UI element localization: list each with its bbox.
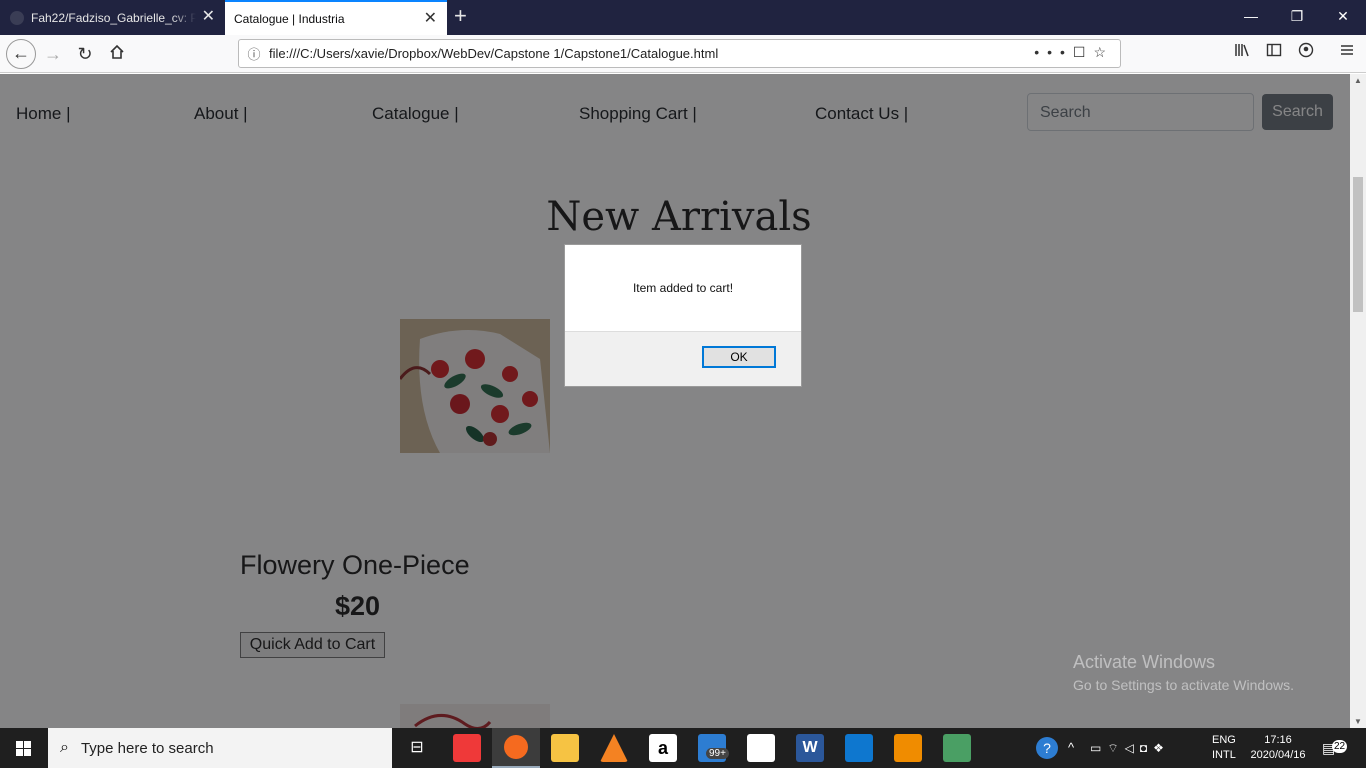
- keyboard-layout: INTL: [1212, 749, 1236, 761]
- alert-dialog: Item added to cart! OK: [564, 244, 802, 387]
- url-text: file:///C:/Users/xavie/Dropbox/WebDev/Ca…: [269, 46, 719, 61]
- file-explorer-icon[interactable]: [551, 734, 579, 762]
- clock[interactable]: 17:16 2020/04/16: [1247, 733, 1309, 773]
- alert-message: Item added to cart!: [565, 245, 801, 332]
- info-icon[interactable]: ⓘ: [239, 44, 269, 63]
- vscode-icon[interactable]: [845, 734, 873, 762]
- task-view-icon[interactable]: ⊟: [403, 734, 431, 762]
- page-scrollbar[interactable]: ▲ ▼: [1350, 74, 1366, 728]
- reload-button[interactable]: ↻: [70, 40, 100, 68]
- amazon-icon[interactable]: a: [649, 734, 677, 762]
- mail-badge: 99+: [706, 748, 729, 759]
- back-button[interactable]: ←: [6, 39, 36, 69]
- tray-icons[interactable]: ▭⌔◁◘❖: [1090, 728, 1170, 768]
- account-icon[interactable]: [1298, 42, 1314, 63]
- close-window-button[interactable]: ✕: [1320, 0, 1366, 35]
- scroll-down-icon[interactable]: ▼: [1354, 717, 1362, 726]
- home-icon: [110, 44, 124, 59]
- close-tab-icon[interactable]: ✕: [424, 10, 437, 28]
- git-icon[interactable]: [943, 734, 971, 762]
- mail-icon[interactable]: 99+: [698, 734, 729, 762]
- activate-windows-watermark: Activate Windows Go to Settings to activ…: [1073, 652, 1294, 693]
- scrollbar-thumb[interactable]: [1353, 177, 1363, 312]
- help-icon[interactable]: ?: [1036, 737, 1058, 759]
- modal-overlay: [0, 74, 1350, 728]
- tab-github-cv[interactable]: Fah22/Fadziso_Gabrielle_cv: Pe ✕: [0, 0, 225, 35]
- language-indicator[interactable]: ENG INTL: [1212, 733, 1236, 773]
- browser-toolbar: ← → ↻ ⓘ file:///C:/Users/xavie/Dropbox/W…: [0, 35, 1366, 73]
- tab-title: Fah22/Fadziso_Gabrielle_cv: Pe: [31, 10, 196, 25]
- notification-center-icon[interactable]: ▤ 22: [1322, 728, 1348, 768]
- sublime-text-icon[interactable]: [894, 734, 922, 762]
- clock-time: 17:16: [1264, 734, 1292, 746]
- watermark-subtitle: Go to Settings to activate Windows.: [1073, 677, 1294, 693]
- menu-icon[interactable]: [1339, 42, 1355, 63]
- language-code: ENG: [1212, 734, 1236, 746]
- search-icon: ⌕: [60, 739, 69, 756]
- close-tab-icon[interactable]: ✕: [202, 8, 215, 26]
- page-viewport: Home | About | Catalogue | Shopping Cart…: [0, 74, 1350, 728]
- notification-badge: 22: [1332, 740, 1348, 753]
- library-icon[interactable]: [1234, 42, 1250, 63]
- alert-footer: OK: [565, 332, 801, 386]
- taskbar-search-placeholder: Type here to search: [80, 739, 214, 757]
- new-tab-button[interactable]: +: [454, 3, 467, 29]
- word-icon[interactable]: W: [796, 734, 824, 762]
- start-button[interactable]: [0, 728, 48, 768]
- tab-title: Catalogue | Industria: [234, 11, 345, 26]
- scroll-up-icon[interactable]: ▲: [1354, 76, 1362, 85]
- home-button[interactable]: [102, 38, 132, 66]
- browser-tab-strip: Fah22/Fadziso_Gabrielle_cv: Pe ✕ Catalog…: [0, 0, 1366, 35]
- vlc-icon[interactable]: [600, 734, 628, 762]
- store-icon[interactable]: [747, 734, 775, 762]
- clock-date: 2020/04/16: [1250, 749, 1306, 761]
- vivaldi-icon[interactable]: [453, 734, 481, 762]
- firefox-icon: [504, 735, 528, 759]
- forward-button[interactable]: →: [38, 40, 68, 68]
- sidebar-icon[interactable]: [1266, 42, 1282, 63]
- taskbar-search-box[interactable]: ⌕ Type here to search: [48, 728, 392, 768]
- page-actions[interactable]: •••☐☆: [1034, 44, 1114, 61]
- watermark-title: Activate Windows: [1073, 652, 1216, 672]
- address-bar[interactable]: ⓘ file:///C:/Users/xavie/Dropbox/WebDev/…: [238, 39, 1121, 68]
- restore-button[interactable]: ❐: [1274, 0, 1320, 35]
- minimize-button[interactable]: —: [1228, 0, 1274, 35]
- ok-button[interactable]: OK: [702, 346, 776, 368]
- github-icon: [10, 10, 24, 25]
- tray-chevron-icon[interactable]: ^: [1068, 728, 1074, 768]
- windows-taskbar: ⌕ Type here to search ⊟ a 99+ W ? ^ ▭⌔◁◘…: [0, 728, 1366, 768]
- tab-catalogue[interactable]: Catalogue | Industria ✕: [225, 0, 447, 35]
- firefox-taskbar-button[interactable]: [492, 728, 540, 768]
- windows-icon: [16, 741, 31, 756]
